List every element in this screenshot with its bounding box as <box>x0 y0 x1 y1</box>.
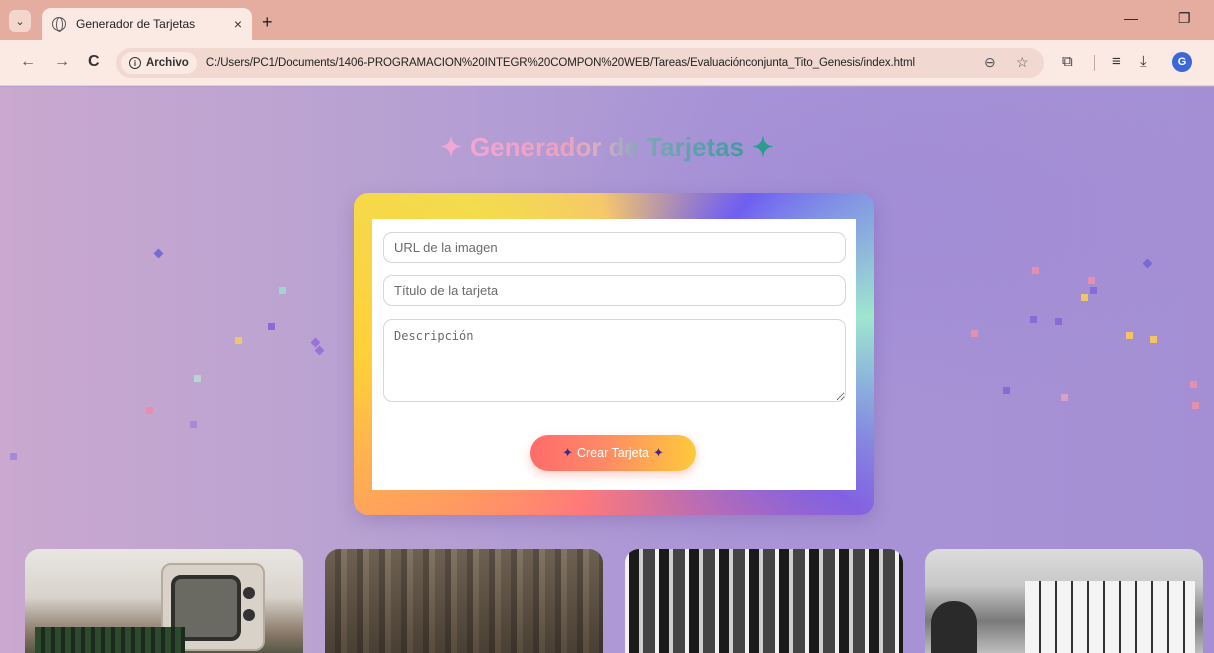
card-image <box>325 549 603 653</box>
page-title-text: Generador de Tarjetas <box>462 132 752 162</box>
confetti-piece <box>153 248 164 259</box>
confetti-piece <box>194 375 201 382</box>
create-card-button[interactable]: ✦ Crear Tarjeta ✦ <box>530 435 696 471</box>
page-viewport: ✦Generador de Tarjetas✦ ✦ Crear Tarjeta … <box>0 87 1214 653</box>
reading-list-icon[interactable]: ≡ <box>1112 53 1121 70</box>
confetti-piece <box>1003 387 1010 394</box>
confetti-piece <box>1030 316 1037 323</box>
tab-title: Generador de Tarjetas <box>76 17 196 31</box>
card-control-panel-operator[interactable] <box>925 549 1203 653</box>
confetti-piece <box>1032 267 1039 274</box>
confetti-piece <box>1088 277 1095 284</box>
reload-icon[interactable]: C <box>88 53 100 71</box>
create-card-label: Crear Tarjeta <box>576 446 650 460</box>
confetti-piece <box>1192 402 1199 409</box>
confetti-piece <box>268 323 275 330</box>
new-tab-button[interactable]: + <box>262 12 273 33</box>
browser-tab-bar: ⌄ Generador de Tarjetas × + — ❐ <box>0 0 1214 40</box>
confetti-piece <box>1090 287 1097 294</box>
control-panel-shape <box>1025 581 1195 653</box>
back-icon[interactable]: ← <box>20 53 36 71</box>
zoom-icon[interactable]: ⊖ <box>984 54 996 71</box>
browser-tab[interactable]: Generador de Tarjetas × <box>42 8 252 40</box>
browser-toolbar: ← → C i Archivo C:/Users/PC1/Documents/1… <box>0 40 1214 86</box>
download-icon[interactable]: ⤓ <box>1140 53 1147 70</box>
url-text: C:/Users/PC1/Documents/1406-PROGRAMACIÓN… <box>205 57 915 69</box>
confetti-piece <box>1190 381 1197 388</box>
globe-icon <box>52 17 66 32</box>
confetti-piece <box>190 421 197 428</box>
forward-icon[interactable]: → <box>54 53 70 71</box>
card-mechanical-computer[interactable] <box>325 549 603 653</box>
confetti-piece <box>1126 332 1133 339</box>
image-url-input[interactable] <box>383 232 846 263</box>
sparkle-icon: ✦ <box>440 132 462 162</box>
page-title: ✦ Generador de Tarjetas ✦ <box>0 132 1214 163</box>
confetti-piece <box>1081 294 1088 301</box>
confetti-piece <box>279 287 286 294</box>
confetti-piece <box>10 453 17 460</box>
card-vintage-tv-computer[interactable] <box>25 549 303 653</box>
extensions-icon[interactable]: ⧉ <box>1062 53 1073 70</box>
sparkle-icon: ✦ <box>653 445 664 460</box>
sparkle-icon: ✦ <box>752 132 774 162</box>
sparkle-icon: ✦ <box>562 445 573 460</box>
address-bar[interactable]: i Archivo C:/Users/PC1/Documents/1406-PR… <box>116 48 1044 78</box>
card-title-input[interactable] <box>383 275 846 306</box>
card-image <box>625 549 903 653</box>
confetti-piece <box>971 330 978 337</box>
tab-close-icon[interactable]: × <box>234 16 242 32</box>
restore-icon[interactable]: ❐ <box>1178 10 1191 27</box>
confetti-piece <box>314 345 325 356</box>
card-form: ✦ Crear Tarjeta ✦ <box>372 219 856 490</box>
operator-shape <box>931 601 977 653</box>
tab-search-button[interactable]: ⌄ <box>9 10 31 32</box>
confetti-piece <box>146 407 153 414</box>
minimize-icon[interactable]: — <box>1124 10 1138 26</box>
card-image <box>25 549 303 653</box>
info-icon: i <box>129 57 141 69</box>
circuit-board-shape <box>35 627 185 653</box>
site-info-label: Archivo <box>146 57 189 69</box>
profile-avatar[interactable]: G <box>1172 52 1192 72</box>
toolbar-divider <box>1094 55 1095 71</box>
site-info-chip[interactable]: i Archivo <box>121 52 197 74</box>
confetti-piece <box>1061 394 1068 401</box>
card-mainframe-racks[interactable] <box>625 549 903 653</box>
bookmark-star-icon[interactable]: ☆ <box>1016 54 1029 71</box>
confetti-piece <box>1150 336 1157 343</box>
confetti-piece <box>1055 318 1062 325</box>
card-image <box>925 549 1203 653</box>
confetti-piece <box>235 337 242 344</box>
confetti-piece <box>1142 258 1153 269</box>
description-textarea[interactable] <box>383 319 846 402</box>
